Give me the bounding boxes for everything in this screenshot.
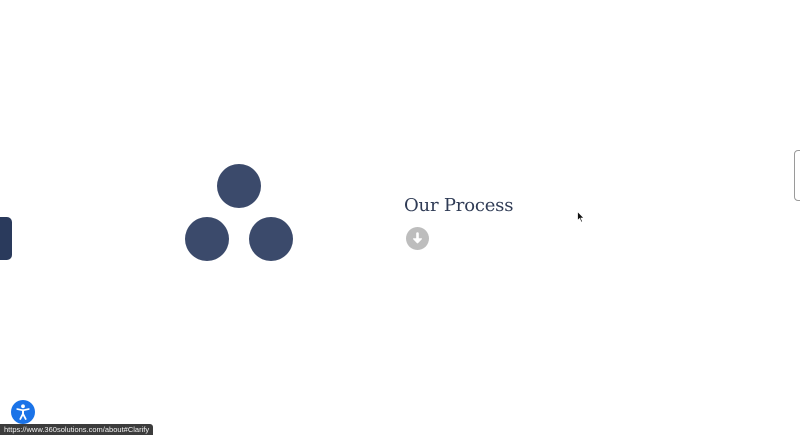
page: Our Process https://www.360solutions.com…: [0, 0, 800, 435]
left-side-tab[interactable]: [0, 217, 12, 260]
process-circle-bottom-left: [185, 217, 229, 261]
accessibility-button[interactable]: [11, 400, 35, 424]
process-circle-top: [217, 164, 261, 208]
accessibility-icon: [16, 404, 30, 420]
process-circle-bottom-right: [249, 217, 293, 261]
right-side-tab[interactable]: [794, 150, 800, 201]
scroll-down-button[interactable]: [406, 227, 429, 250]
status-bar-url: https://www.360solutions.com/about#Clari…: [0, 424, 154, 435]
section-title: Our Process: [404, 195, 514, 216]
mouse-pointer-icon: [577, 211, 585, 223]
arrow-down-icon: [413, 232, 422, 244]
